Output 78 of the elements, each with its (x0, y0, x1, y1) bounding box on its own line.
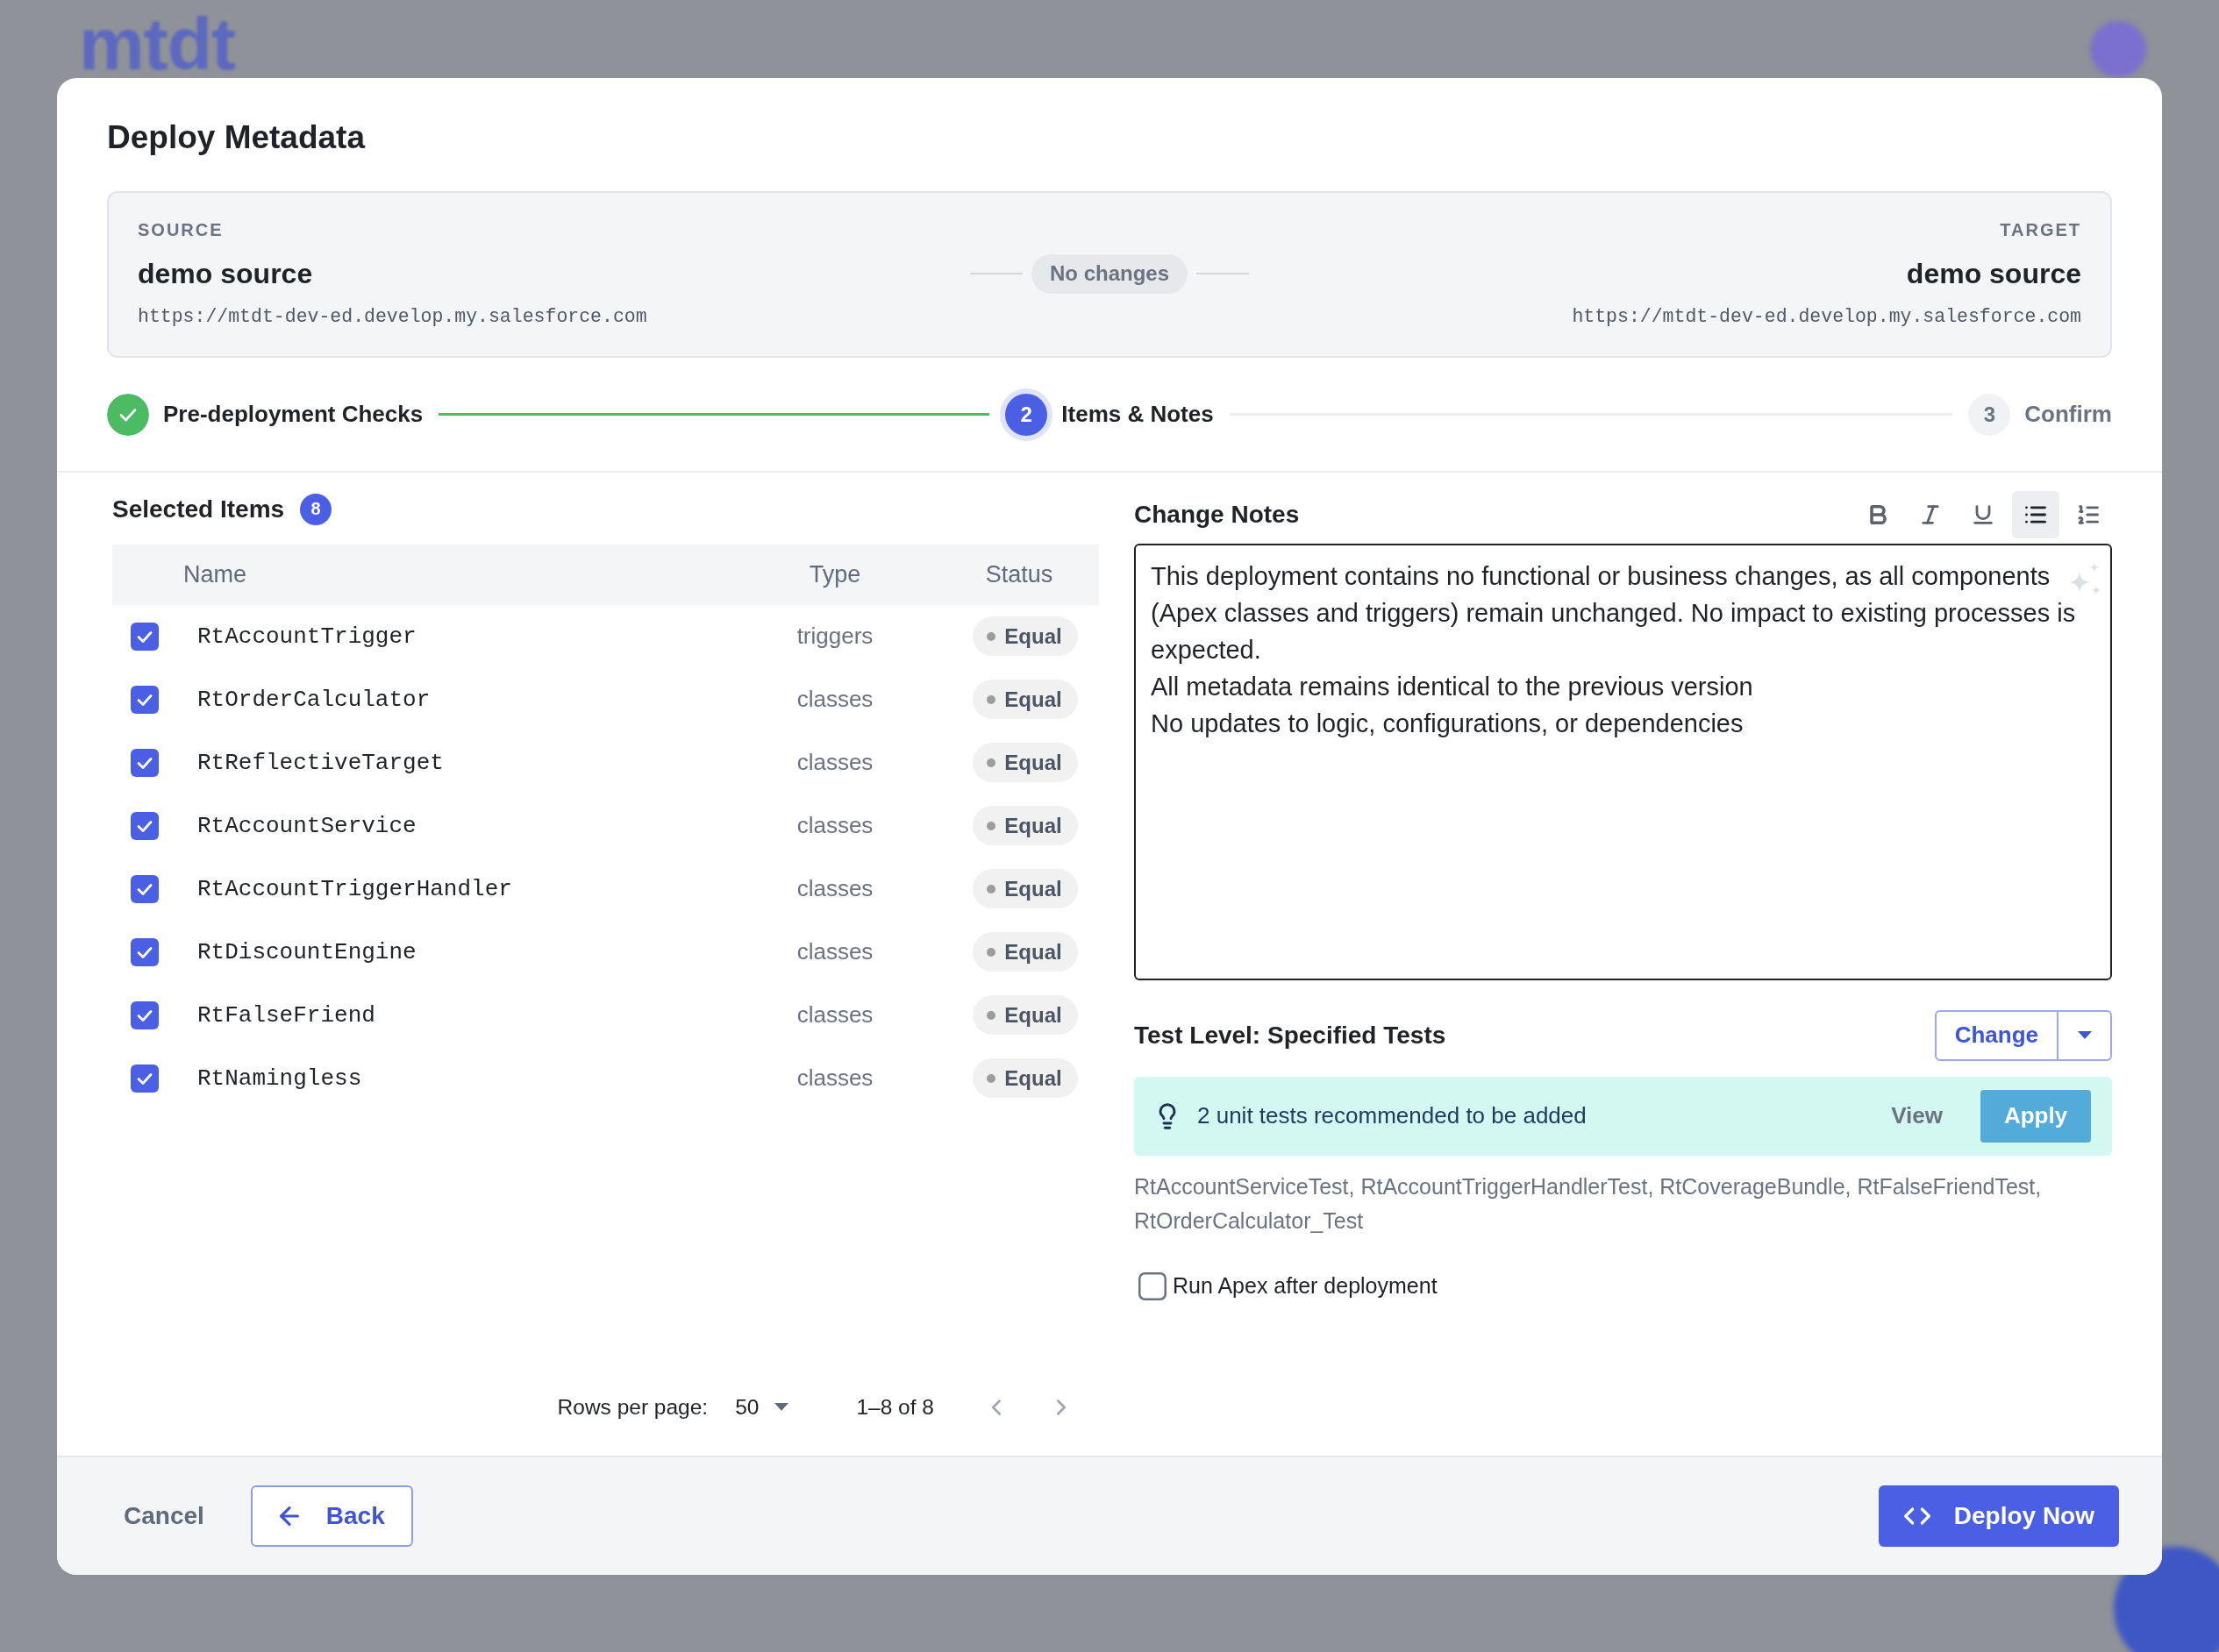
source-url: https://mtdt-dev-ed.develop.my.salesforce.com (138, 304, 647, 329)
item-name: RtFalseFriend (196, 1001, 375, 1029)
row-checkbox[interactable] (131, 811, 159, 840)
status-label: Equal (1004, 939, 1062, 965)
status-label: Equal (1004, 813, 1062, 838)
item-type: classes (796, 686, 874, 713)
status-dot-icon (987, 758, 996, 767)
step-label: Pre-deployment Checks (163, 401, 424, 428)
source-name: demo source (138, 256, 313, 291)
step-label: Items & Notes (1061, 401, 1214, 428)
item-name: RtReflectiveTarget (196, 749, 444, 776)
status-label: Equal (1004, 623, 1062, 649)
recommendation-text: 2 unit tests recommended to be added (1197, 1102, 1587, 1129)
dialog-title: Deploy Metadata (107, 117, 367, 157)
item-type: classes (796, 938, 874, 965)
page-range: 1–8 of 8 (856, 1394, 934, 1420)
status-dot-icon (987, 947, 996, 957)
comparison-status-badge: No changes (1031, 253, 1188, 294)
row-checkbox[interactable] (131, 937, 159, 966)
deploy-button[interactable]: Deploy Now (1878, 1485, 2119, 1547)
status-label: Equal (1004, 687, 1062, 712)
test-level-label: Test Level: Specified Tests (1134, 1020, 1446, 1050)
run-apex-checkbox[interactable] (1138, 1271, 1167, 1300)
column-header: Type (809, 560, 861, 588)
numbered-list-icon (2076, 502, 2101, 527)
rows-per-page-select[interactable]: 50 (735, 1394, 789, 1420)
status-dot-icon (987, 694, 996, 704)
status-dot-icon (987, 631, 996, 641)
recommended-tests-list: RtAccountServiceTest, RtAccountTriggerHandlerTest, RtCoverageBundle, RtFalseFriendTest, RtOrderCalculator_Test (1134, 1169, 2112, 1238)
status-label: Equal (1004, 750, 1062, 775)
caret-down-icon (774, 1403, 789, 1411)
item-name: RtOrderCalculator (196, 686, 431, 713)
notes-editor[interactable]: This deployment contains no functional or business changes, as all components (Apex classes and triggers) remain unchanged. No impact to existing processes is expected. All metadata remains identical to the previous version No updates to logic, configurations, or dependencies (1134, 543, 2112, 980)
rows-per-page-label: Rows per page: (557, 1394, 709, 1420)
item-name: RtDiscountEngine (196, 938, 417, 965)
back-button[interactable]: Back (250, 1485, 413, 1547)
change-button[interactable]: Change (1934, 1009, 2058, 1061)
column-header: Status (985, 560, 1053, 588)
step-number: 3 (1968, 393, 2011, 436)
item-type: classes (796, 749, 874, 776)
source-label: SOURCE (138, 218, 224, 241)
item-name: RtNamingless (196, 1065, 362, 1092)
item-type: classes (796, 1001, 874, 1029)
item-type: triggers (796, 623, 874, 650)
item-name: RtAccountService (196, 812, 417, 839)
item-type: classes (796, 1065, 874, 1092)
status-label: Equal (1004, 1065, 1062, 1091)
section-title: Selected Items (112, 494, 285, 524)
item-type: classes (796, 812, 874, 839)
item-name: RtAccountTriggerHandler (196, 875, 512, 902)
target-name: demo source (1906, 256, 2081, 291)
user-avatar (2090, 21, 2146, 77)
column-header: Name (183, 560, 247, 588)
cancel-button[interactable]: Cancel (103, 1485, 225, 1547)
status-dot-icon (987, 884, 996, 894)
target-url: https://mtdt-dev-ed.develop.my.salesforce.com (1572, 304, 2081, 329)
caret-down-icon (2077, 1031, 2092, 1039)
bullet-list-button[interactable] (2012, 491, 2059, 538)
run-apex-label: Run Apex after deployment (1173, 1273, 1438, 1299)
status-dot-icon (987, 1010, 996, 1020)
row-checkbox[interactable] (131, 1000, 159, 1029)
underline-icon (1971, 502, 1995, 527)
row-checkbox[interactable] (131, 685, 159, 714)
status-label: Equal (1004, 876, 1062, 901)
count-badge: 8 (300, 493, 332, 525)
row-checkbox[interactable] (131, 748, 159, 777)
item-type: classes (796, 875, 874, 902)
target-label: TARGET (2000, 218, 2081, 241)
status-label: Equal (1004, 1002, 1062, 1028)
item-name: RtAccountTrigger (196, 623, 417, 650)
view-button[interactable]: View (1879, 1093, 1955, 1138)
row-checkbox[interactable] (131, 622, 159, 651)
status-dot-icon (987, 1073, 996, 1083)
row-checkbox[interactable] (131, 874, 159, 903)
step-label: Confirm (2024, 401, 2112, 428)
row-checkbox[interactable] (131, 1064, 159, 1093)
status-dot-icon (987, 821, 996, 830)
section-title: Change Notes (1134, 500, 1300, 530)
